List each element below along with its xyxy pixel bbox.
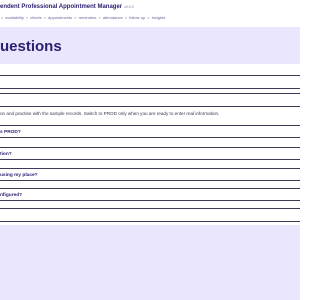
faq-question[interactable]: s PROD? xyxy=(0,125,300,138)
faq-question-text: s PROD? xyxy=(0,129,21,135)
faq-question[interactable]: nfigured? xyxy=(0,188,300,201)
nav-item-reminders[interactable]: reminders xyxy=(79,15,97,20)
nav-item-insights[interactable]: insights xyxy=(152,15,166,20)
nav-separator: » xyxy=(25,15,29,20)
nav-item-clients[interactable]: clients xyxy=(30,15,41,20)
nav-separator: » xyxy=(98,15,101,20)
nav-item-appointments[interactable]: appointments xyxy=(48,15,72,20)
footer-band xyxy=(0,225,300,300)
nav-item-follow-up[interactable]: follow-up xyxy=(129,15,145,20)
faq-question-text: nfigured? xyxy=(0,192,23,198)
nav-separator: » xyxy=(43,15,46,20)
page-title: uestions xyxy=(0,38,62,55)
app-title: endent Professional Appointment Manager v… xyxy=(0,4,134,10)
main-nav: » availability » clients » appointments … xyxy=(0,15,165,20)
nav-separator: » xyxy=(74,15,77,20)
nav-separator: » xyxy=(1,15,4,20)
intro-text: on and practise with the sample records.… xyxy=(0,111,220,116)
app-version: v0.0.0 xyxy=(124,5,134,9)
page-header: uestions xyxy=(0,27,300,64)
faq-question[interactable]: tion? xyxy=(0,147,300,160)
app-title-text: endent Professional Appointment Manager xyxy=(0,4,123,10)
nav-separator: » xyxy=(124,15,128,20)
nav-item-availability[interactable]: availability xyxy=(5,15,23,20)
nav-item-attendance[interactable]: attendance xyxy=(103,15,123,20)
faq-question[interactable]: using my place? xyxy=(0,168,300,181)
content-row xyxy=(0,75,300,89)
top-bar: endent Professional Appointment Manager v… xyxy=(0,0,300,26)
faq-question-text: using my place? xyxy=(0,172,38,178)
faq-question-text: tion? xyxy=(0,151,12,157)
nav-separator: » xyxy=(147,15,150,20)
content-row xyxy=(0,93,300,107)
content-row xyxy=(0,208,300,222)
